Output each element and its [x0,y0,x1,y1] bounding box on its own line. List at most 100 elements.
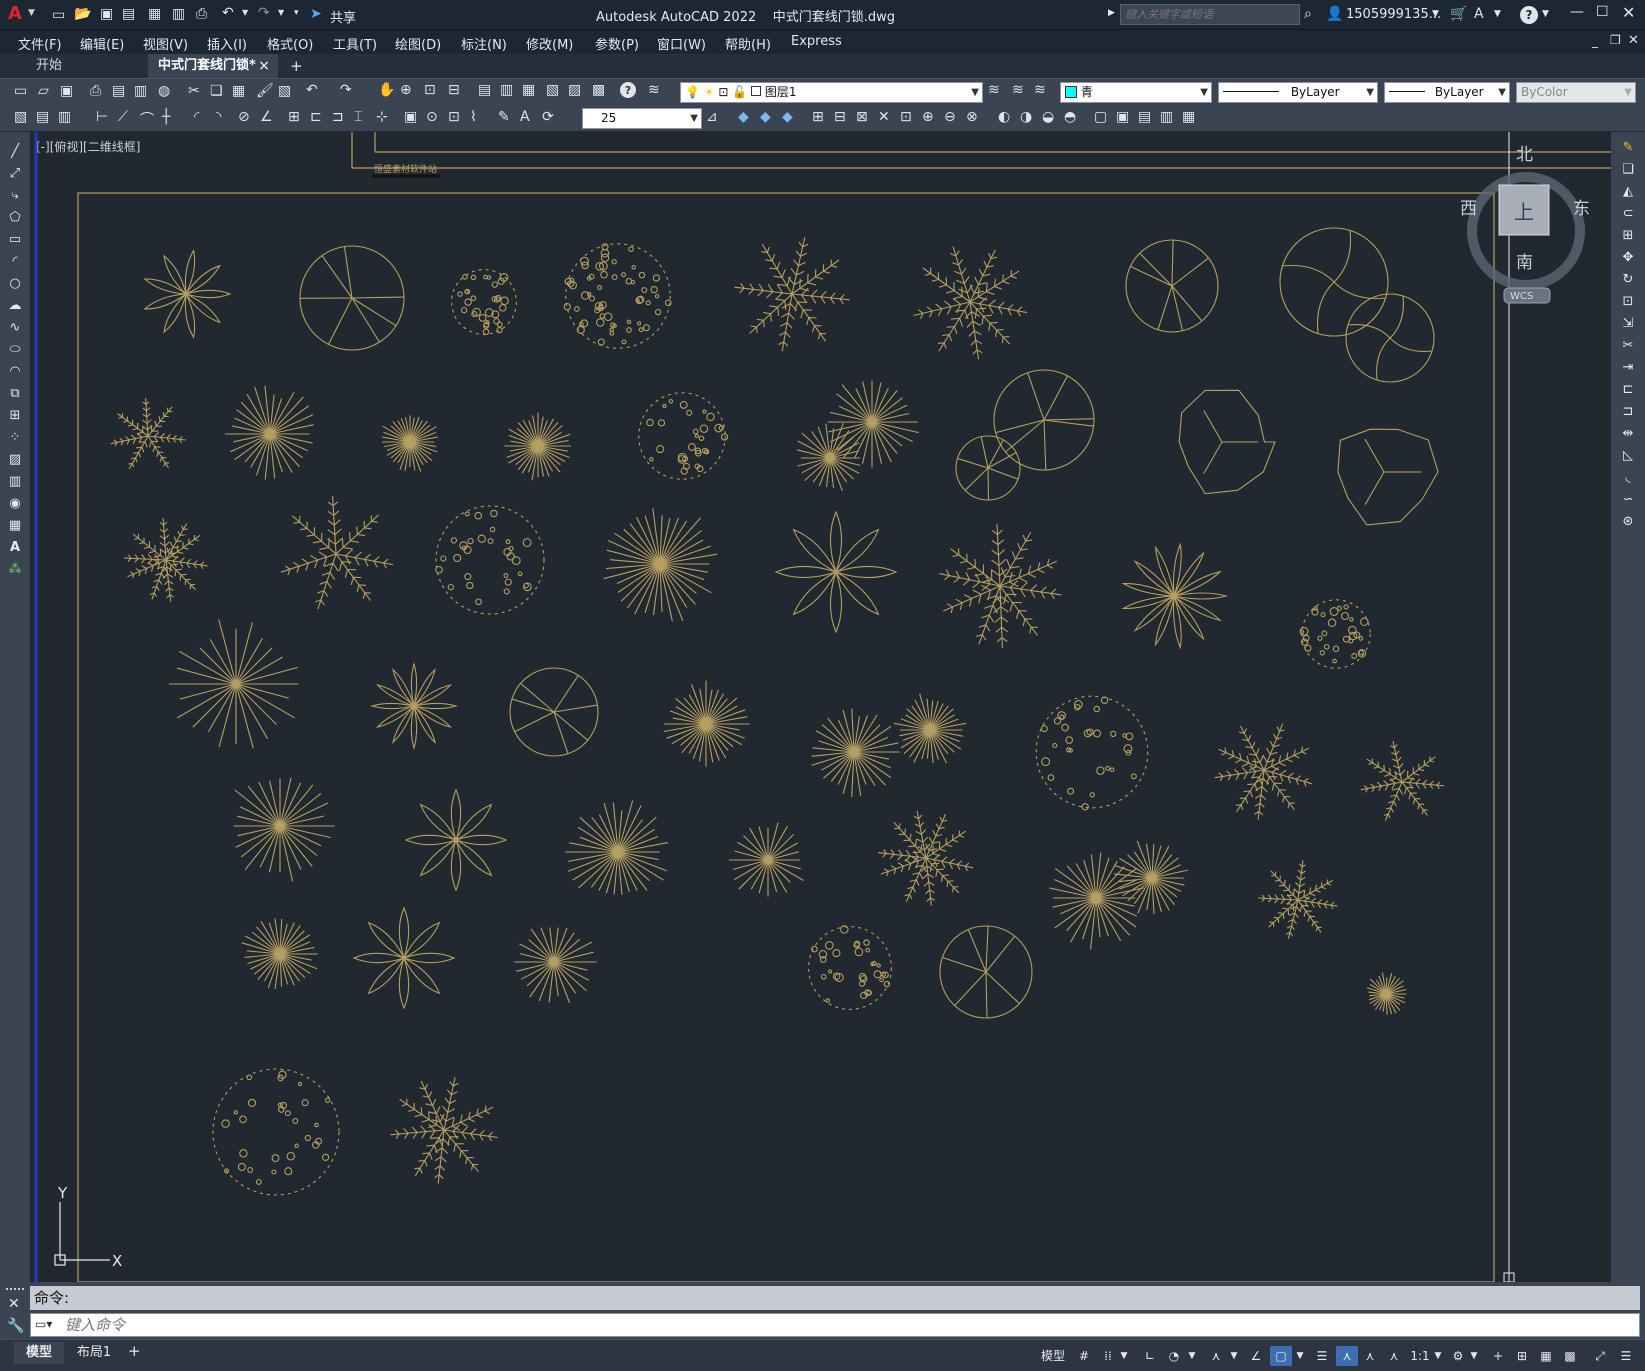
tb2-icon-32[interactable]: ⊕ [922,109,934,125]
viewcube[interactable]: 上 北 南 西 东 WCS [1460,145,1590,304]
lineweight-display-icon[interactable]: ☰ [1312,1346,1332,1366]
osnap-arrow-icon[interactable]: ▼ [1294,1346,1306,1366]
tab-start[interactable]: 开始 [26,54,146,78]
dim-style-icon[interactable]: ⊿ [706,109,718,125]
quick-properties-icon[interactable]: ▦ [1536,1346,1556,1366]
zoom-previous-icon[interactable]: ⊟ [448,82,460,98]
share-icon[interactable]: ➤ [310,6,322,22]
center-mark-icon[interactable]: ⊙ [426,109,438,125]
menu-edit[interactable]: 编辑(E) [80,34,124,53]
user-icon[interactable]: 👤 [1326,6,1343,22]
rectangle-icon[interactable]: ▭ [6,232,24,248]
polar-icon[interactable]: ◔ [1164,1346,1184,1366]
tb2-icon-37[interactable]: ◒ [1042,109,1054,125]
table-icon[interactable]: ▦ [6,518,24,534]
ellipse-icon[interactable]: ⬭ [6,342,24,358]
menu-draw[interactable]: 绘图(D) [395,34,441,53]
doc-close-icon[interactable]: ✕ [1628,33,1639,48]
app-menu-arrow-icon[interactable]: ▼ [28,8,35,18]
line-icon[interactable]: ╱ [6,144,24,160]
aligned-dim-icon[interactable]: ⟋ [118,109,128,125]
match-prop-icon[interactable]: 🖌 [256,83,274,99]
tb2-icon-33[interactable]: ⊖ [944,109,956,125]
revcloud-icon[interactable]: ☁ [6,298,24,314]
jogged-dim-icon[interactable]: ◝ [216,109,221,125]
clean-screen-icon[interactable]: ⤢ [1590,1346,1610,1366]
tb2-icon-27[interactable]: ⊞ [812,109,824,125]
command-settings-icon[interactable]: 🔧 [7,1318,24,1334]
annotation-scale-icon[interactable]: ⋏ [1384,1346,1404,1366]
command-input[interactable] [65,1315,1625,1335]
baseline-dim-icon[interactable]: ⊏ [310,109,322,125]
redo-icon[interactable]: ↷ [258,5,270,21]
tb2-icon-38[interactable]: ◓ [1064,109,1076,125]
layer-previous-icon[interactable]: ≋ [1012,82,1024,98]
layer-current-icon[interactable]: ≋ [988,82,1000,98]
search-icon[interactable]: ⌕ [1304,6,1312,22]
plotstyle-dropdown[interactable]: ByColor ▼ [1516,82,1636,103]
dim-edit-icon[interactable]: ✎ [498,109,510,125]
user-arrow-icon[interactable]: ▼ [1432,9,1439,19]
workspace-arrow-icon[interactable]: ▼ [1468,1346,1480,1366]
otrack-icon[interactable]: ∠ [1246,1346,1266,1366]
scale-icon[interactable]: ⊡ [1619,294,1637,310]
design-center-icon[interactable]: ▥ [500,82,513,98]
open-file-icon[interactable]: ▱ [38,83,49,99]
menu-tools[interactable]: 工具(T) [333,34,377,53]
doc-restore-icon[interactable]: ❐ [1610,33,1621,47]
arc-icon[interactable]: ◜ [6,254,24,270]
stretch-icon[interactable]: ⇲ [1619,316,1637,332]
menu-file[interactable]: 文件(F) [18,34,62,53]
block-editor-icon[interactable]: ▧ [278,83,291,99]
command-prompt-icon[interactable]: ▭▾ [35,1317,52,1331]
autodesk-app-icon[interactable]: A [1474,6,1484,22]
linear-dim-icon[interactable]: ⊢ [96,109,108,125]
continue-dim-icon[interactable]: ⊐ [332,109,344,125]
dim-text-edit-icon[interactable]: A [520,109,530,125]
menu-modify[interactable]: 修改(M) [526,34,573,53]
command-close-icon[interactable]: ✕ [8,1296,20,1312]
polygon-icon[interactable]: ⬠ [6,210,24,226]
layout-tab-model[interactable]: 模型 [14,1342,64,1364]
isodraft-arrow-icon[interactable]: ▼ [1228,1346,1240,1366]
region-icon[interactable]: ◉ [6,496,24,512]
new-tab-button[interactable]: + [290,57,303,75]
snap-icon[interactable]: ⁞⁞ [1098,1346,1118,1366]
add-layout-button[interactable]: + [128,1342,141,1360]
extend-icon[interactable]: ⇥ [1619,360,1637,376]
menu-view[interactable]: 视图(V) [143,34,188,53]
annotation-scale-value[interactable]: 1:1 [1408,1346,1432,1366]
chamfer-icon[interactable]: ◺ [1619,448,1637,464]
tb2-icon-36[interactable]: ◑ [1020,109,1032,125]
osnap-icon[interactable]: ▢ [1270,1346,1292,1366]
app-logo[interactable]: A [8,3,22,24]
tb2-icon-3[interactable]: ▥ [58,109,71,125]
tool-palettes-icon[interactable]: ▦ [522,82,535,98]
close-icon[interactable]: ✕ [1622,3,1635,22]
mtext-icon[interactable]: A [6,540,24,556]
jogged-linear-icon[interactable]: ⌇ [470,109,477,125]
tb2-icon-26[interactable]: ◆ [782,109,793,125]
fillet-icon[interactable]: ◟ [1619,470,1637,486]
tb2-icon-29[interactable]: ⊠ [856,109,868,125]
minimize-icon[interactable]: — [1570,4,1584,20]
dim-break-icon[interactable]: ⊹ [376,109,388,125]
menu-insert[interactable]: 插入(I) [207,34,247,53]
properties-icon[interactable]: ▤ [478,82,491,98]
lineweight-dropdown[interactable]: ByLayer ▼ [1384,82,1510,103]
spline-icon[interactable]: ∿ [6,320,24,336]
command-grip[interactable] [6,1288,24,1292]
tb2-icon-2[interactable]: ▤ [36,109,49,125]
tb2-icon-24[interactable]: ◆ [738,109,749,125]
pan-icon[interactable]: ✋ [378,82,395,98]
share-button[interactable]: 共享 [330,7,356,26]
plot-icon[interactable]: ⎙ [196,6,207,22]
tb2-icon-42[interactable]: ▥ [1160,109,1173,125]
units-icon[interactable]: ⊞ [1512,1346,1532,1366]
undo-icon[interactable]: ↶ [222,5,234,21]
arc-length-icon[interactable]: ⌒ [140,109,154,129]
grid-icon[interactable]: # [1074,1346,1094,1366]
search-input[interactable] [1120,4,1300,25]
ortho-icon[interactable]: ∟ [1140,1346,1160,1366]
isodraft-icon[interactable]: ⋏ [1206,1346,1226,1366]
